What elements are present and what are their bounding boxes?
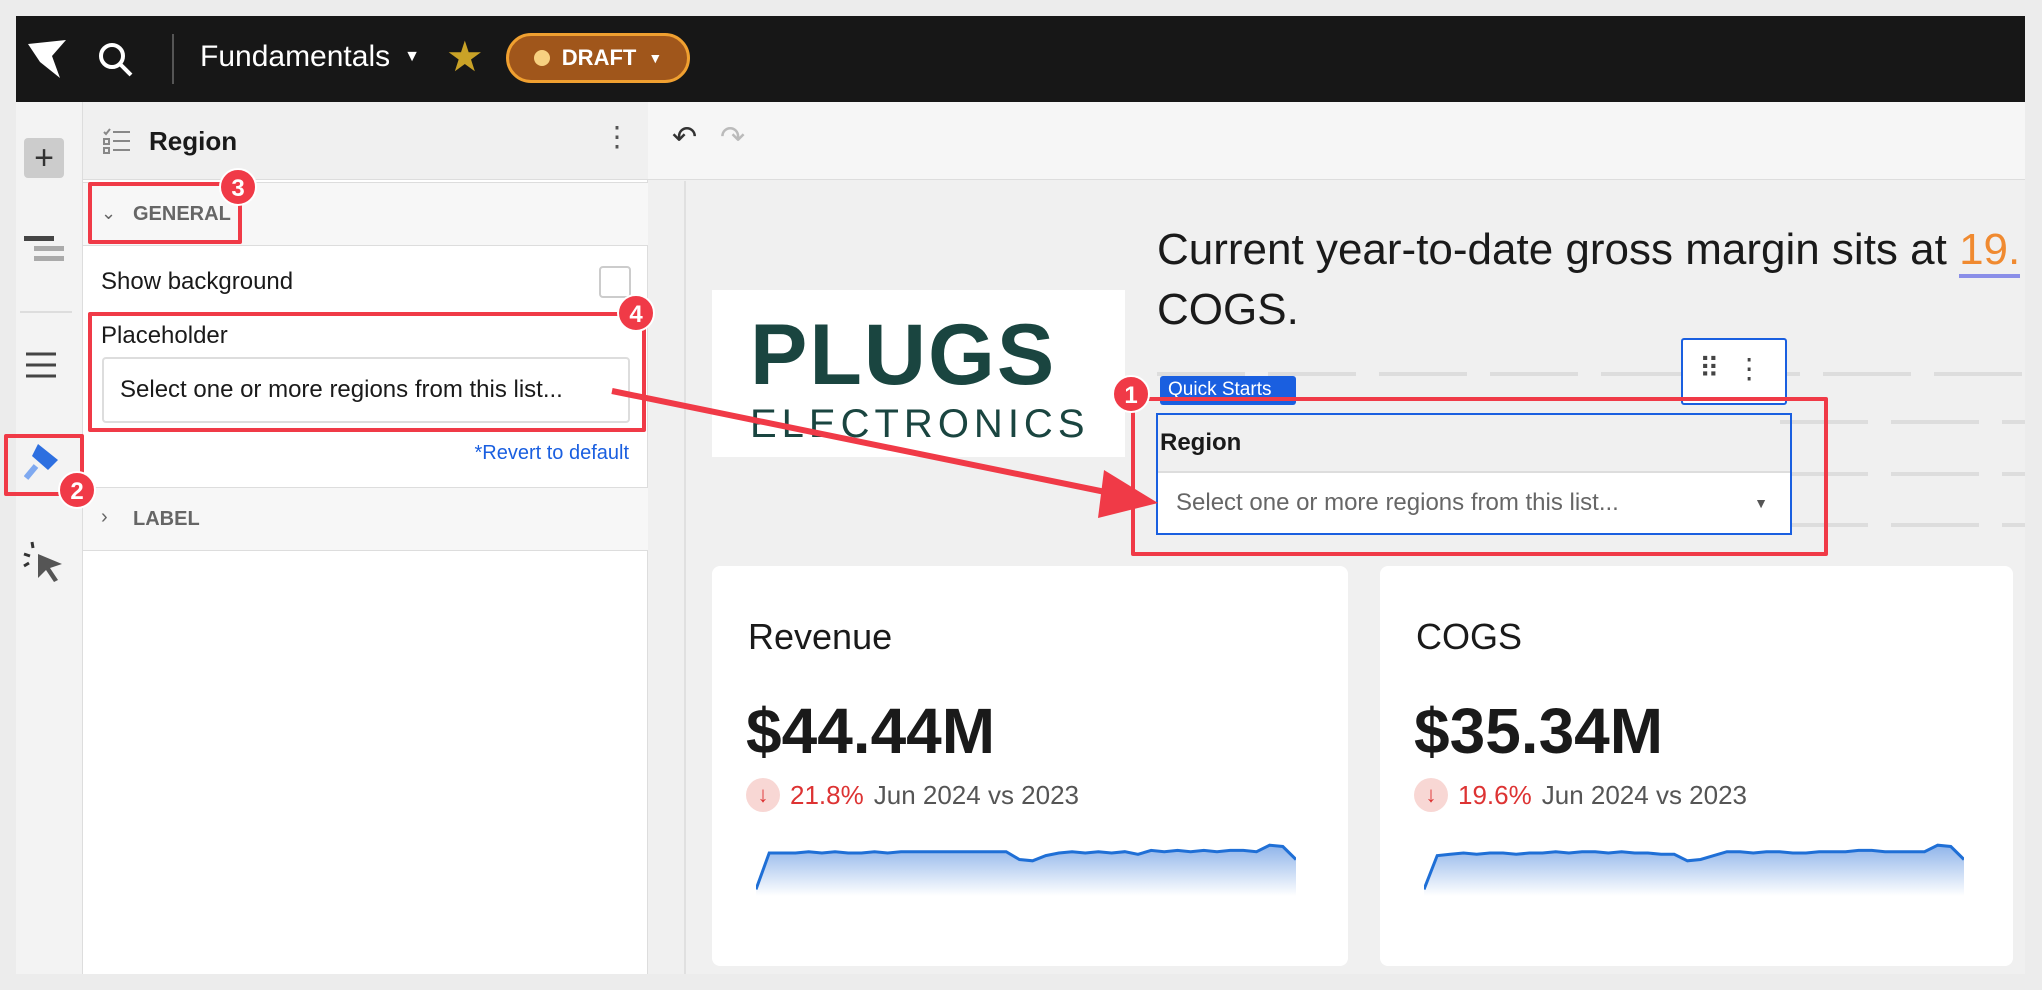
annotation-badge-2: 2: [58, 471, 96, 509]
annotation-badge-1: 1: [1112, 375, 1150, 413]
annotation-arrow: [611, 388, 1158, 518]
annotation-badge-4: 4: [617, 294, 655, 332]
annotation-badge-3: 3: [219, 168, 257, 206]
